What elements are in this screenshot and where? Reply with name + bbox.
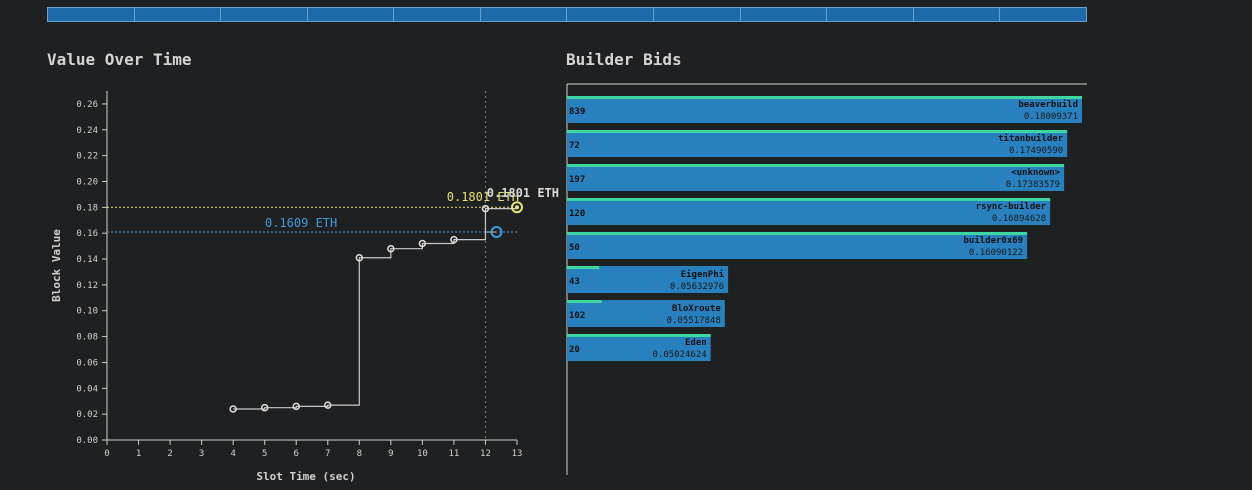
bid-builder-name: builder0x69 [964, 235, 1024, 246]
bid-count: 102 [569, 311, 585, 321]
bid-builder-name: <unknown> [1011, 168, 1060, 178]
bid-bar-accent [567, 300, 602, 303]
bid-builder-name: EigenPhi [681, 269, 725, 280]
bid-builder-name: rsync-builder [976, 201, 1047, 212]
bid-value: 0.05632976 [670, 282, 724, 292]
bid-count: 50 [569, 243, 580, 253]
bid-bar-accent [567, 96, 1082, 99]
bid-bar-accent [567, 334, 711, 337]
bid-builder-name: beaverbuild [1018, 99, 1078, 110]
bid-count: 120 [569, 209, 585, 219]
bid-bar [567, 232, 1028, 259]
bid-count: 20 [569, 345, 580, 355]
bid-bar-accent [567, 232, 1028, 235]
bid-bar-accent [567, 198, 1051, 201]
bid-value: 0.16090122 [969, 248, 1023, 258]
bid-value: 0.18009371 [1024, 112, 1078, 122]
bid-builder-name: Eden [685, 338, 707, 348]
bid-value: 0.16894628 [992, 214, 1046, 224]
bid-value: 0.05517848 [667, 316, 721, 326]
bid-bar-accent [567, 266, 600, 269]
bid-count: 43 [569, 277, 580, 287]
bid-bar-accent [567, 130, 1068, 133]
builder-bids-chart: 839 beaverbuild 0.18009371 72 titanbuilder 0.… [566, 83, 1087, 475]
bid-count: 72 [569, 141, 580, 151]
bid-bar [567, 164, 1065, 191]
bid-value: 0.17383579 [1006, 180, 1060, 190]
bid-count: 197 [569, 175, 585, 185]
bid-builder-name: titanbuilder [998, 133, 1064, 144]
bid-builder-name: BloXroute [672, 304, 721, 314]
bid-value: 0.17490590 [1009, 146, 1063, 156]
bid-value: 0.05024624 [652, 350, 706, 360]
bid-bar-accent [567, 164, 1065, 167]
bid-count: 839 [569, 107, 585, 117]
bid-bar [567, 96, 1082, 123]
bid-bar [567, 130, 1068, 157]
